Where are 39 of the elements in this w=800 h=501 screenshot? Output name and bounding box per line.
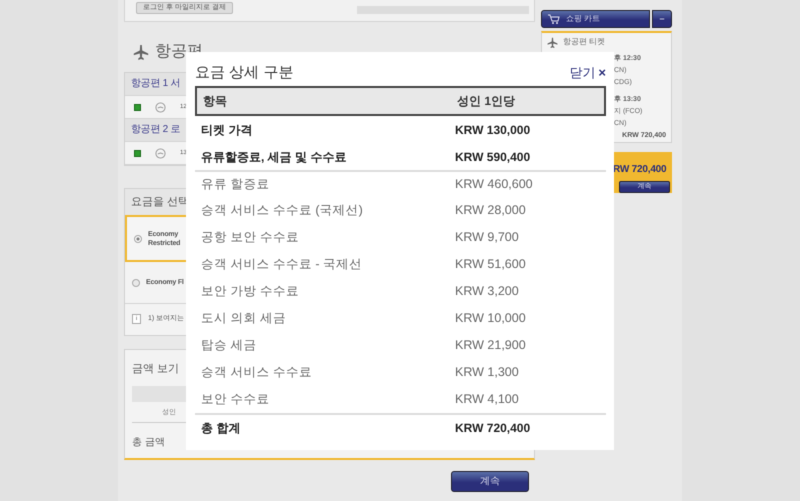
- fee-label: 티켓 가격: [200, 122, 254, 138]
- fee-label: 승객 서비스 수수료 - 국제선: [200, 256, 364, 274]
- close-button[interactable]: 닫기 ×: [569, 63, 606, 83]
- fee-label: 탑승 세금: [200, 337, 258, 354]
- fee-label: 총 합계: [200, 420, 242, 436]
- fee-label: 도시 의회 세금: [200, 310, 287, 328]
- cart-icon: [548, 14, 560, 24]
- modal-title: 요금 상세 구분: [195, 62, 294, 83]
- fee-amount: KRW 590,400: [455, 148, 532, 166]
- continue-button[interactable]: 계속: [451, 471, 529, 492]
- collapse-button[interactable]: −: [652, 10, 672, 28]
- radio-button: [132, 278, 140, 286]
- column-header: 항목: [202, 93, 228, 110]
- fee-amount: KRW 4,100: [455, 391, 520, 408]
- fee-amount: KRW 1,300: [455, 364, 520, 382]
- airline-logo-icon: [155, 148, 166, 158]
- amount-title: 금액 보기: [132, 362, 180, 376]
- fee-amount: KRW 3,200: [455, 283, 520, 300]
- plane-icon: [547, 36, 558, 48]
- cart-button[interactable]: 쇼핑 카트: [541, 10, 650, 28]
- fee-label: 승객 서비스 수수료: [200, 364, 313, 382]
- fee-label: 보안 수수료: [200, 391, 270, 408]
- fee-amount: KRW 9,700: [455, 229, 520, 246]
- fee-label: 공항 보안 수수료: [200, 229, 300, 246]
- column-header: 성인 1인당: [457, 93, 516, 110]
- fee-amount: KRW 10,000: [455, 310, 527, 328]
- airline-logo-icon: [155, 102, 166, 112]
- checkbox[interactable]: [134, 150, 141, 156]
- fee-amount: KRW 51,600: [455, 256, 527, 274]
- fee-label: 유류할증료, 세금 및 수수료: [200, 148, 348, 166]
- fee-amount: KRW 130,000: [455, 122, 532, 138]
- total-label: 총 금액: [132, 437, 165, 448]
- radio-button: [134, 234, 142, 242]
- fee-label: 보안 가방 수수료: [200, 283, 300, 300]
- plane-icon: [133, 44, 149, 60]
- fee-amount: KRW 720,400: [455, 420, 532, 436]
- fee-amount: KRW 21,900: [455, 337, 527, 354]
- ticket-title: 항공편 티켓: [563, 36, 606, 48]
- checkbox[interactable]: [134, 104, 141, 110]
